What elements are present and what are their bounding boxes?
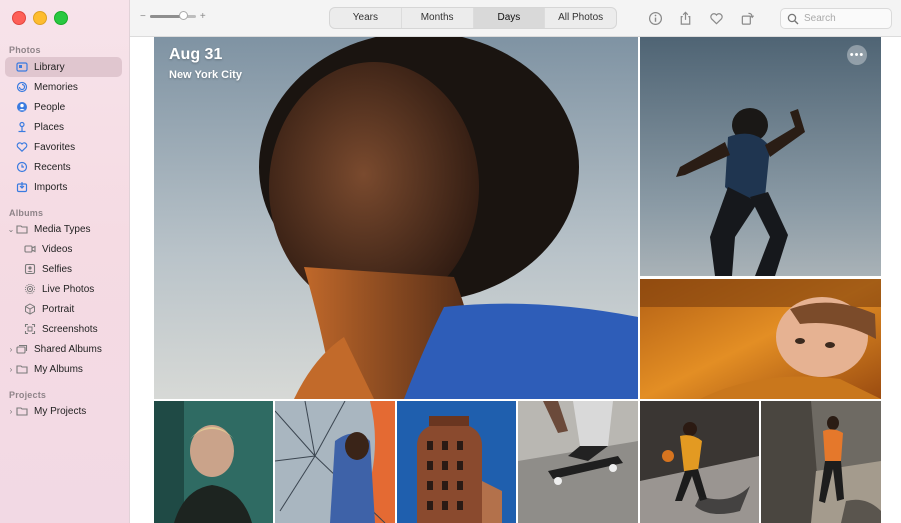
sidebar-item-live-photos[interactable]: Live Photos	[5, 279, 122, 299]
sidebar-item-screenshots[interactable]: Screenshots	[5, 319, 122, 339]
window-controls	[12, 11, 68, 25]
section-label-albums: Albums	[9, 208, 44, 218]
chevron-right-icon[interactable]: ›	[7, 345, 15, 354]
photo-building[interactable]	[397, 401, 516, 523]
tab-years[interactable]: Years	[330, 8, 401, 28]
folder-icon	[15, 404, 29, 418]
more-options-button[interactable]: •••	[847, 45, 867, 65]
sidebar-item-people[interactable]: People	[5, 97, 122, 117]
sidebar-item-recents[interactable]: Recents	[5, 157, 122, 177]
toolbar: − + Years Months Days All Photos	[130, 0, 901, 37]
folder-icon	[15, 362, 29, 376]
selfie-icon	[23, 262, 37, 276]
chevron-down-icon[interactable]: ⌄	[7, 225, 15, 234]
sidebar-item-imports[interactable]: Imports	[5, 177, 122, 197]
sidebar-item-favorites[interactable]: Favorites	[5, 137, 122, 157]
zoom-in-label[interactable]: +	[200, 11, 206, 22]
share-icon[interactable]	[677, 10, 693, 26]
sidebar-item-label: Selfies	[42, 263, 73, 275]
tab-days[interactable]: Days	[472, 8, 545, 28]
date-title: Aug 31	[169, 46, 223, 63]
import-icon	[15, 180, 29, 194]
rotate-icon[interactable]	[739, 10, 755, 26]
photo-walking[interactable]	[761, 401, 881, 523]
zoom-out-label[interactable]: −	[140, 11, 146, 22]
tab-months[interactable]: Months	[400, 8, 473, 28]
sidebar-item-my-albums[interactable]: › My Albums	[5, 359, 122, 379]
chevron-right-icon[interactable]: ›	[7, 407, 15, 416]
sidebar-item-library[interactable]: Library	[5, 57, 122, 77]
favorite-heart-icon[interactable]	[708, 10, 724, 26]
video-icon	[23, 242, 37, 256]
library-icon	[15, 60, 29, 74]
screenshot-icon	[23, 322, 37, 336]
photo-basketball[interactable]	[640, 401, 759, 523]
clock-icon	[15, 160, 29, 174]
sidebar-item-label: Library	[34, 61, 65, 73]
sidebar-item-label: Imports	[34, 181, 68, 193]
sidebar-item-places[interactable]: Places	[5, 117, 122, 137]
location-label: New York City	[169, 69, 242, 81]
info-icon[interactable]	[647, 10, 663, 26]
section-label-photos: Photos	[9, 45, 41, 55]
sidebar-item-label: Shared Albums	[34, 343, 102, 355]
live-photo-icon	[23, 282, 37, 296]
sidebar-item-media-types[interactable]: ⌄ Media Types	[5, 219, 122, 239]
folder-icon	[15, 222, 29, 236]
shared-albums-icon	[15, 342, 29, 356]
photos-window: Photos Library Memories People Places Fa…	[0, 0, 901, 523]
sidebar-item-label: Memories	[34, 81, 78, 93]
portrait-cube-icon	[23, 302, 37, 316]
sidebar-item-label: Favorites	[34, 141, 76, 153]
search-field[interactable]	[780, 8, 892, 29]
sidebar-item-my-projects[interactable]: › My Projects	[5, 401, 122, 421]
photo-boy-lying[interactable]	[640, 279, 881, 399]
sidebar-item-label: Portrait	[42, 303, 75, 315]
photo-teal-portrait[interactable]	[154, 401, 273, 523]
view-segmented-control: Years Months Days All Photos	[329, 7, 617, 29]
minimize-button[interactable]	[33, 11, 47, 25]
search-icon	[787, 13, 799, 25]
zoom-window-button[interactable]	[54, 11, 68, 25]
zoom-slider-knob[interactable]	[178, 11, 188, 20]
sidebar-item-shared-albums[interactable]: › Shared Albums	[5, 339, 122, 359]
chevron-right-icon[interactable]: ›	[7, 365, 15, 374]
sidebar-item-label: My Albums	[34, 363, 83, 375]
sidebar: Photos Library Memories People Places Fa…	[0, 0, 130, 523]
zoom-control: − +	[140, 11, 206, 22]
section-label-projects: Projects	[9, 390, 47, 400]
search-input[interactable]	[804, 13, 884, 24]
photo-hero-portrait[interactable]	[154, 37, 638, 399]
memories-icon	[15, 80, 29, 94]
photo-jumping[interactable]	[640, 37, 881, 276]
places-icon	[15, 120, 29, 134]
sidebar-item-label: People	[34, 101, 66, 113]
photo-grid	[130, 37, 901, 523]
sidebar-item-label: Screenshots	[42, 323, 98, 335]
photo-skateboard[interactable]	[518, 401, 638, 523]
zoom-slider[interactable]	[149, 11, 196, 20]
sidebar-item-label: Videos	[42, 243, 73, 255]
sidebar-item-label: Live Photos	[42, 283, 95, 295]
sidebar-item-label: Places	[34, 121, 65, 133]
sidebar-item-label: Media Types	[34, 223, 91, 235]
sidebar-item-memories[interactable]: Memories	[5, 77, 122, 97]
close-button[interactable]	[12, 11, 26, 25]
sidebar-item-videos[interactable]: Videos	[5, 239, 122, 259]
heart-icon	[15, 140, 29, 154]
sidebar-item-label: My Projects	[34, 405, 87, 417]
sidebar-item-label: Recents	[34, 161, 71, 173]
sidebar-item-selfies[interactable]: Selfies	[5, 259, 122, 279]
people-icon	[15, 100, 29, 114]
sidebar-item-portrait[interactable]: Portrait	[5, 299, 122, 319]
tab-all-photos[interactable]: All Photos	[544, 8, 616, 28]
photo-umbrella[interactable]	[275, 401, 395, 523]
